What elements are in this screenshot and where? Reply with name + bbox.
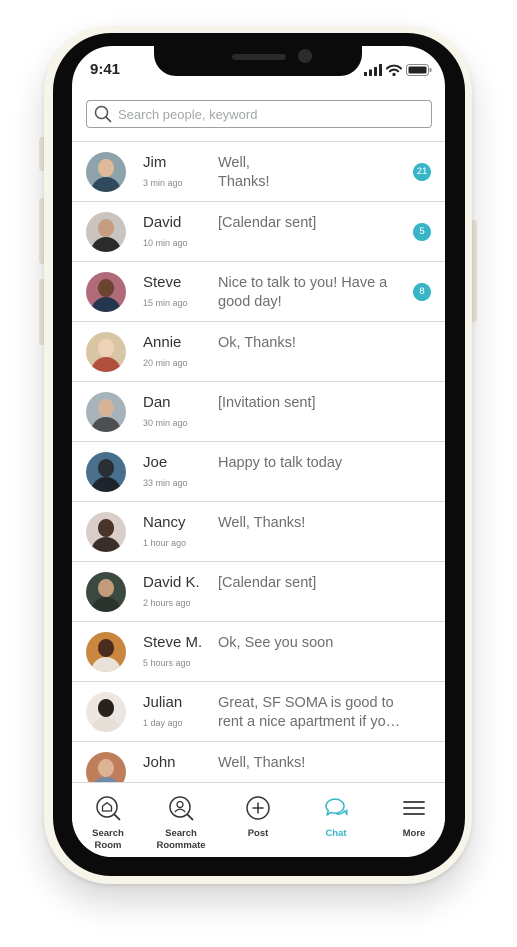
contact-name: Jim [143, 154, 167, 171]
tab-label: Search Roommate [156, 828, 206, 851]
message-timestamp: 33 min ago [143, 478, 188, 488]
contact-name: Julian [143, 694, 183, 711]
notch [154, 46, 362, 76]
unread-count-badge: 8 [413, 283, 431, 301]
avatar [86, 632, 126, 672]
avatar [86, 212, 126, 252]
menu-icon [401, 795, 427, 821]
tab-post[interactable]: Post [221, 783, 295, 857]
unread-count-badge: 21 [413, 163, 431, 181]
avatar [86, 272, 126, 312]
avatar [86, 392, 126, 432]
message-preview: Well, Thanks! [218, 155, 270, 190]
contact-name: David [143, 214, 182, 231]
chat-bubbles-icon [323, 795, 349, 821]
tab-label: Search Room [92, 828, 124, 851]
avatar [86, 692, 126, 732]
battery-icon [406, 64, 432, 76]
search-room-icon [95, 795, 121, 821]
message-timestamp: 15 min ago [143, 298, 188, 308]
chat-row[interactable]: Steve M. 5 hours ago Ok, See you soon [72, 622, 445, 682]
message-preview: Well, Thanks! [218, 515, 306, 531]
bottom-tab-bar: Search Room Search Roommate Post Chat More [72, 782, 445, 857]
status-time: 9:41 [90, 61, 121, 78]
message-preview: Well, Thanks! [218, 755, 306, 771]
message-timestamp: 5 hours ago [143, 658, 191, 668]
message-preview: Nice to talk to you! Have a good day! [218, 275, 388, 310]
contact-name: Steve M. [143, 634, 203, 651]
chat-row[interactable]: John Well, Thanks! [72, 742, 445, 782]
chat-row[interactable]: David K. 2 hours ago [Calendar sent] [72, 562, 445, 622]
signal-icon [364, 64, 382, 76]
search-input[interactable] [118, 101, 418, 127]
tab-chat[interactable]: Chat [299, 783, 373, 857]
message-preview: Great, SF SOMA is good to rent a nice ap… [218, 695, 394, 730]
unread-count-badge: 5 [413, 223, 431, 241]
contact-name: Steve [143, 274, 182, 291]
chat-row[interactable]: Julian 1 day ago Great, SF SOMA is good to… [72, 682, 445, 742]
contact-name: Joe [143, 454, 168, 471]
message-preview: Ok, See you soon [218, 635, 334, 651]
search-roommate-icon [168, 795, 194, 821]
phone-mockup: 9:41 Search people, keyword Jim 3 min ag… [0, 0, 517, 947]
chat-row[interactable]: Nancy 1 hour ago Well, Thanks! [72, 502, 445, 562]
message-timestamp: 2 hours ago [143, 598, 191, 608]
chat-row[interactable]: Dan 30 min ago [Invitation sent] [72, 382, 445, 442]
chat-row[interactable]: David 10 min ago [Calendar sent] 5 [72, 202, 445, 262]
message-timestamp: 30 min ago [143, 418, 188, 428]
tab-search-roommate[interactable]: Search Roommate [144, 783, 218, 857]
tab-label: Chat [325, 828, 347, 839]
wifi-icon [386, 64, 402, 76]
message-preview: [Calendar sent] [218, 575, 317, 591]
contact-name: Nancy [143, 514, 186, 531]
contact-name: John [143, 754, 176, 771]
message-preview: [Calendar sent] [218, 215, 317, 231]
chat-row[interactable]: Joe 33 min ago Happy to talk today [72, 442, 445, 502]
avatar [86, 512, 126, 552]
search-bar[interactable] [86, 100, 432, 128]
plus-circle-icon [245, 795, 271, 821]
search-icon [94, 105, 112, 123]
avatar [86, 332, 126, 372]
contact-name: David K. [143, 574, 200, 591]
message-preview: Happy to talk today [218, 455, 343, 471]
front-camera [298, 49, 312, 63]
chat-row[interactable]: Annie 20 min ago Ok, Thanks! [72, 322, 445, 382]
message-timestamp: 3 min ago [143, 178, 183, 188]
avatar [86, 452, 126, 492]
message-timestamp: 20 min ago [143, 358, 188, 368]
message-timestamp: 10 min ago [143, 238, 188, 248]
avatar [86, 752, 126, 782]
chat-row[interactable]: Jim 3 min ago Well, Thanks! 21 [72, 142, 445, 202]
message-timestamp: 1 day ago [143, 718, 183, 728]
tab-search-room[interactable]: Search Room [72, 783, 145, 857]
chat-list[interactable]: Jim 3 min ago Well, Thanks! 21 David 10 min a… [72, 142, 445, 782]
tab-label: More [402, 828, 426, 839]
status-icons [362, 63, 432, 77]
message-preview: [Invitation sent] [218, 395, 316, 411]
tab-more[interactable]: More [377, 783, 445, 857]
avatar [86, 152, 126, 192]
earpiece-speaker [232, 54, 286, 60]
message-timestamp: 1 hour ago [143, 538, 187, 548]
chat-row[interactable]: Steve 15 min ago Nice to talk to you! Have… [72, 262, 445, 322]
app-screen: 9:41 Search people, keyword Jim 3 min ag… [72, 46, 445, 857]
contact-name: Dan [143, 394, 171, 411]
message-preview: Ok, Thanks! [218, 335, 296, 351]
contact-name: Annie [143, 334, 182, 351]
avatar [86, 572, 126, 612]
tab-label: Post [247, 828, 269, 839]
